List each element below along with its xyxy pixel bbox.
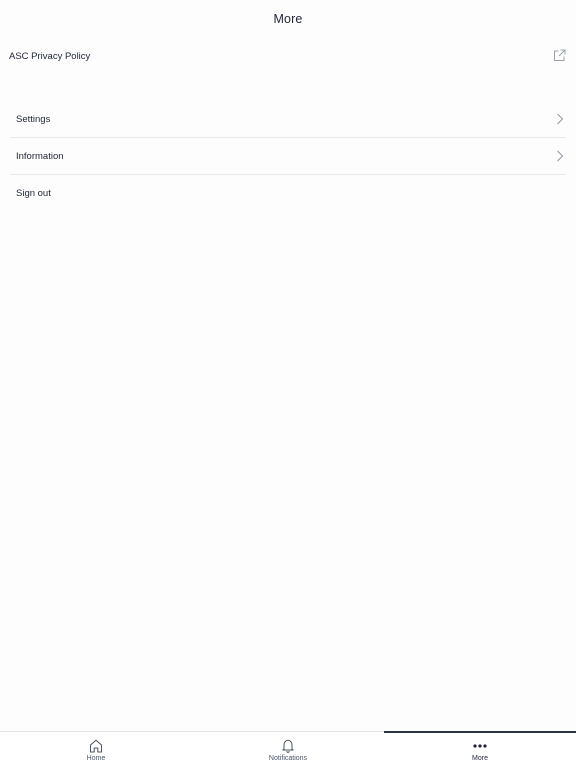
menu-item-sign-out[interactable]: Sign out bbox=[10, 175, 566, 211]
tab-label: Home bbox=[86, 755, 106, 762]
tab-home[interactable]: Home bbox=[0, 732, 192, 768]
tab-notifications[interactable]: Notifications bbox=[192, 732, 384, 768]
menu-item-information[interactable]: Information bbox=[10, 138, 566, 175]
bell-icon bbox=[282, 739, 294, 753]
privacy-policy-link[interactable]: ASC Privacy Policy bbox=[0, 44, 576, 68]
privacy-policy-label: ASC Privacy Policy bbox=[9, 50, 91, 62]
bottom-tab-bar: Home Notifications More bbox=[0, 731, 576, 768]
menu-item-settings[interactable]: Settings bbox=[10, 101, 566, 138]
header: More bbox=[0, 0, 576, 38]
external-link-icon bbox=[554, 49, 566, 61]
menu-item-label: Settings bbox=[16, 113, 51, 125]
menu-item-label: Sign out bbox=[16, 187, 51, 199]
tab-label: More bbox=[472, 755, 488, 762]
home-icon bbox=[90, 739, 102, 753]
more-dots-icon bbox=[473, 744, 487, 748]
tab-label: Notifications bbox=[268, 755, 308, 762]
page-title: More bbox=[273, 12, 303, 26]
chevron-right-icon bbox=[557, 150, 564, 162]
tab-more[interactable]: More bbox=[384, 731, 576, 768]
chevron-right-icon bbox=[557, 113, 564, 125]
menu-list: Settings Information Sign out bbox=[10, 101, 566, 211]
menu-item-label: Information bbox=[16, 150, 64, 162]
more-screen: More ASC Privacy Policy Settings Informa… bbox=[0, 0, 576, 768]
